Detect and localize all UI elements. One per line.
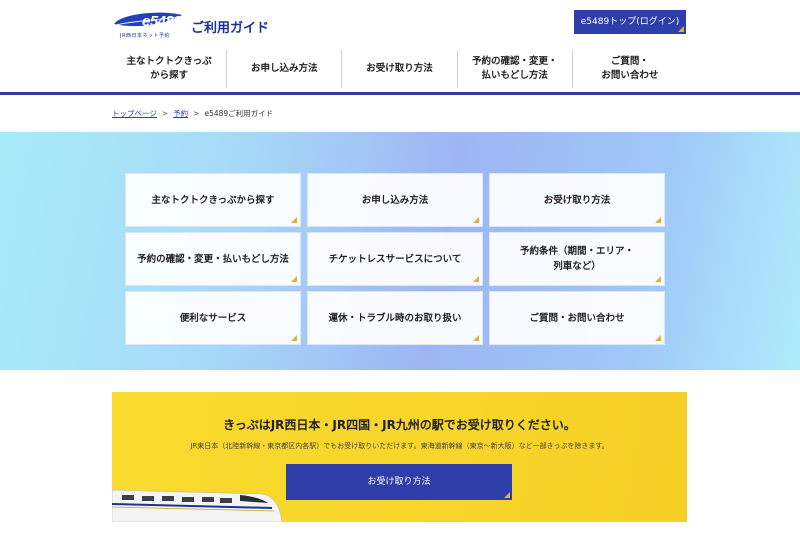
- banner-title: きっぷはJR西日本・JR四国・JR九州の駅でお受け取りください。: [223, 418, 576, 432]
- breadcrumb-current: e5489ご利用ガイド: [204, 109, 274, 118]
- nav-label: ご質問・: [610, 56, 649, 67]
- breadcrumb-reserve-link[interactable]: 予約: [173, 109, 188, 118]
- menu-card-ticketless[interactable]: チケットレスサービスについて: [307, 232, 483, 286]
- card-label: 予約の確認・変更・払いもどし方法: [137, 253, 289, 265]
- card-label: 列車など）: [553, 261, 601, 272]
- card-label: チケットレスサービスについて: [328, 253, 462, 265]
- card-label: お申し込み方法: [361, 194, 429, 206]
- corner-triangle-icon: [291, 335, 297, 341]
- global-nav: 主なトクトクきっぷ から探す お申し込み方法 お受け取り方法 予約の確認・変更・払…: [112, 50, 687, 88]
- nav-label: から探す: [150, 70, 189, 81]
- menu-card-trouble[interactable]: 運休・トラブル時のお取り扱い: [307, 291, 483, 345]
- nav-item-tokutoku[interactable]: 主なトクトクきっぷ から探す: [112, 50, 226, 88]
- nav-label: 主なトクトクきっぷ: [126, 56, 212, 67]
- receive-method-button[interactable]: お受け取り方法: [286, 464, 512, 500]
- corner-triangle-icon: [655, 335, 661, 341]
- menu-card-contact[interactable]: ご質問・お問い合わせ: [489, 291, 665, 345]
- corner-triangle-icon: [655, 217, 661, 223]
- breadcrumb-home-link[interactable]: トップページ: [112, 109, 157, 118]
- breadcrumb-separator: >: [161, 109, 169, 118]
- menu-card-conditions[interactable]: 予約条件（期間・エリア・ 列車など）: [489, 232, 665, 286]
- card-label: 便利なサービス: [179, 312, 247, 324]
- menu-card-receive[interactable]: お受け取り方法: [489, 173, 665, 227]
- nav-item-receive[interactable]: お受け取り方法: [341, 50, 456, 88]
- card-label: 予約条件（期間・エリア・: [519, 246, 634, 257]
- corner-triangle-icon: [504, 492, 510, 498]
- guide-menu-grid: 主なトクトクきっぷから探す お申し込み方法 お受け取り方法 予約の確認・変更・払…: [125, 173, 666, 349]
- corner-triangle-icon: [473, 276, 479, 282]
- card-label: 運休・トラブル時のお取り扱い: [328, 312, 462, 324]
- shinkansen-train-icon: [112, 489, 282, 522]
- nav-item-apply[interactable]: お申し込み方法: [226, 50, 341, 88]
- nav-label: 払いもどし方法: [481, 70, 548, 81]
- pickup-banner: きっぷはJR西日本・JR四国・JR九州の駅でお受け取りください。 JR東日本（北…: [112, 392, 687, 522]
- banner-button-label: お受け取り方法: [367, 477, 431, 487]
- logo-text: e5489: [142, 13, 182, 30]
- menu-card-tokutoku[interactable]: 主なトクトクきっぷから探す: [125, 173, 301, 227]
- corner-triangle-icon: [473, 335, 479, 341]
- nav-item-confirm-change-refund[interactable]: 予約の確認・変更・ 払いもどし方法: [456, 50, 572, 88]
- banner-note: JR東日本（北陸新幹線・東京都区内各駅）でもお受け取りいただけます。東海道新幹線…: [190, 442, 609, 450]
- top-button-label: e5489トップ(ログイン): [580, 17, 680, 27]
- corner-triangle-icon: [678, 26, 684, 32]
- breadcrumb-separator: >: [193, 109, 200, 118]
- corner-triangle-icon: [655, 276, 661, 282]
- breadcrumb: トップページ > 予約 > e5489ご利用ガイド: [112, 108, 273, 119]
- e5489-logo[interactable]: e5489 JR西日本ネット予約: [112, 12, 184, 39]
- nav-label: お受け取り方法: [366, 63, 433, 74]
- nav-divider: [0, 92, 800, 95]
- card-label: ご質問・お問い合わせ: [529, 312, 625, 324]
- page-title: ご利用ガイド: [191, 21, 270, 36]
- menu-card-services[interactable]: 便利なサービス: [125, 291, 301, 345]
- logo-subtitle: JR西日本ネット予約: [120, 33, 170, 39]
- card-label: 主なトクトクきっぷから探す: [151, 194, 275, 206]
- nav-label: お問い合わせ: [601, 70, 659, 81]
- guide-menu-section: 主なトクトクきっぷから探す お申し込み方法 お受け取り方法 予約の確認・変更・払…: [0, 132, 800, 370]
- corner-triangle-icon: [473, 217, 479, 223]
- nav-label: お申し込み方法: [251, 63, 318, 74]
- corner-triangle-icon: [291, 276, 297, 282]
- corner-triangle-icon: [291, 217, 297, 223]
- e5489-top-login-button[interactable]: e5489トップ(ログイン): [574, 10, 686, 34]
- card-label: お受け取り方法: [543, 194, 611, 206]
- nav-label: 予約の確認・変更・: [471, 56, 558, 67]
- menu-card-apply[interactable]: お申し込み方法: [307, 173, 483, 227]
- site-header: e5489 JR西日本ネット予約 ご利用ガイド e5489トップ(ログイン): [0, 0, 800, 46]
- nav-item-contact[interactable]: ご質問・お問い合わせ: [571, 50, 687, 88]
- menu-card-confirm-change-refund[interactable]: 予約の確認・変更・払いもどし方法: [125, 232, 301, 286]
